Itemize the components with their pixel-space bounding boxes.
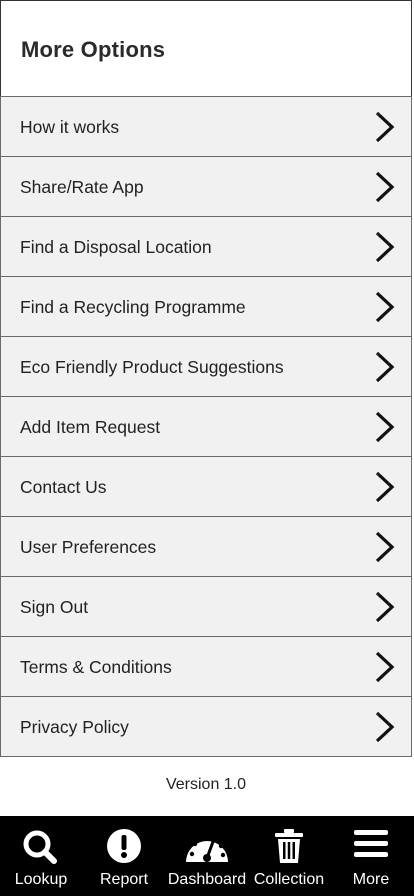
menu-item-label: Contact Us bbox=[20, 477, 107, 497]
tab-dashboard[interactable]: Dashboard bbox=[166, 816, 248, 896]
chevron-right-icon bbox=[375, 291, 395, 323]
menu-item-label: User Preferences bbox=[20, 537, 157, 557]
menu-item-label: How it works bbox=[20, 117, 120, 137]
menu-item-find-recycling-programme[interactable]: Find a Recycling Programme bbox=[0, 276, 412, 336]
chevron-right-icon bbox=[375, 591, 395, 623]
chevron-right-icon bbox=[375, 711, 395, 743]
menu-item-contact-us[interactable]: Contact Us bbox=[0, 456, 412, 516]
menu-item-label: Add Item Request bbox=[20, 417, 161, 437]
tab-label: Lookup bbox=[14, 871, 68, 888]
tab-label: More bbox=[352, 871, 390, 888]
bottom-tab-bar: Lookup Report Dashboard Collection More bbox=[0, 816, 414, 896]
menu-item-user-preferences[interactable]: User Preferences bbox=[0, 516, 412, 576]
tab-more[interactable]: More bbox=[330, 816, 412, 896]
tab-label: Collection bbox=[253, 871, 325, 888]
search-icon bbox=[23, 830, 57, 864]
version-label: Version 1.0 bbox=[165, 776, 247, 793]
trash-icon bbox=[275, 829, 303, 863]
tab-lookup[interactable]: Lookup bbox=[0, 816, 82, 896]
menu-item-label: Privacy Policy bbox=[20, 717, 129, 737]
page-title: More Options bbox=[21, 37, 166, 62]
chevron-right-icon bbox=[375, 351, 395, 383]
chevron-right-icon bbox=[375, 471, 395, 503]
menu-icon bbox=[354, 830, 388, 857]
chevron-right-icon bbox=[375, 111, 395, 143]
menu-item-how-it-works[interactable]: How it works bbox=[0, 96, 412, 156]
chevron-right-icon bbox=[375, 231, 395, 263]
menu-item-add-item-request[interactable]: Add Item Request bbox=[0, 396, 412, 456]
menu-item-label: Eco Friendly Product Suggestions bbox=[20, 357, 284, 377]
chevron-right-icon bbox=[375, 651, 395, 683]
menu-item-label: Sign Out bbox=[20, 597, 89, 617]
page-header: More Options bbox=[0, 0, 412, 96]
chevron-right-icon bbox=[375, 531, 395, 563]
menu-item-find-disposal-location[interactable]: Find a Disposal Location bbox=[0, 216, 412, 276]
tab-label: Report bbox=[99, 871, 149, 888]
alert-icon bbox=[107, 829, 141, 863]
menu-item-label: Find a Recycling Programme bbox=[20, 297, 246, 317]
tab-report[interactable]: Report bbox=[82, 816, 166, 896]
menu-item-privacy-policy[interactable]: Privacy Policy bbox=[0, 696, 412, 757]
menu-item-label: Terms & Conditions bbox=[20, 657, 172, 677]
options-menu: How it works Share/Rate App Find a Dispo… bbox=[0, 96, 412, 757]
menu-item-eco-friendly-product-suggestions[interactable]: Eco Friendly Product Suggestions bbox=[0, 336, 412, 396]
tab-label: Dashboard bbox=[167, 871, 247, 888]
chevron-right-icon bbox=[375, 411, 395, 443]
menu-item-share-rate-app[interactable]: Share/Rate App bbox=[0, 156, 412, 216]
menu-item-sign-out[interactable]: Sign Out bbox=[0, 576, 412, 636]
menu-item-label: Share/Rate App bbox=[20, 177, 144, 197]
tab-collection[interactable]: Collection bbox=[248, 816, 330, 896]
chevron-right-icon bbox=[375, 171, 395, 203]
dashboard-gauge-icon bbox=[186, 835, 228, 862]
menu-item-label: Find a Disposal Location bbox=[20, 237, 212, 257]
menu-item-terms-conditions[interactable]: Terms & Conditions bbox=[0, 636, 412, 696]
